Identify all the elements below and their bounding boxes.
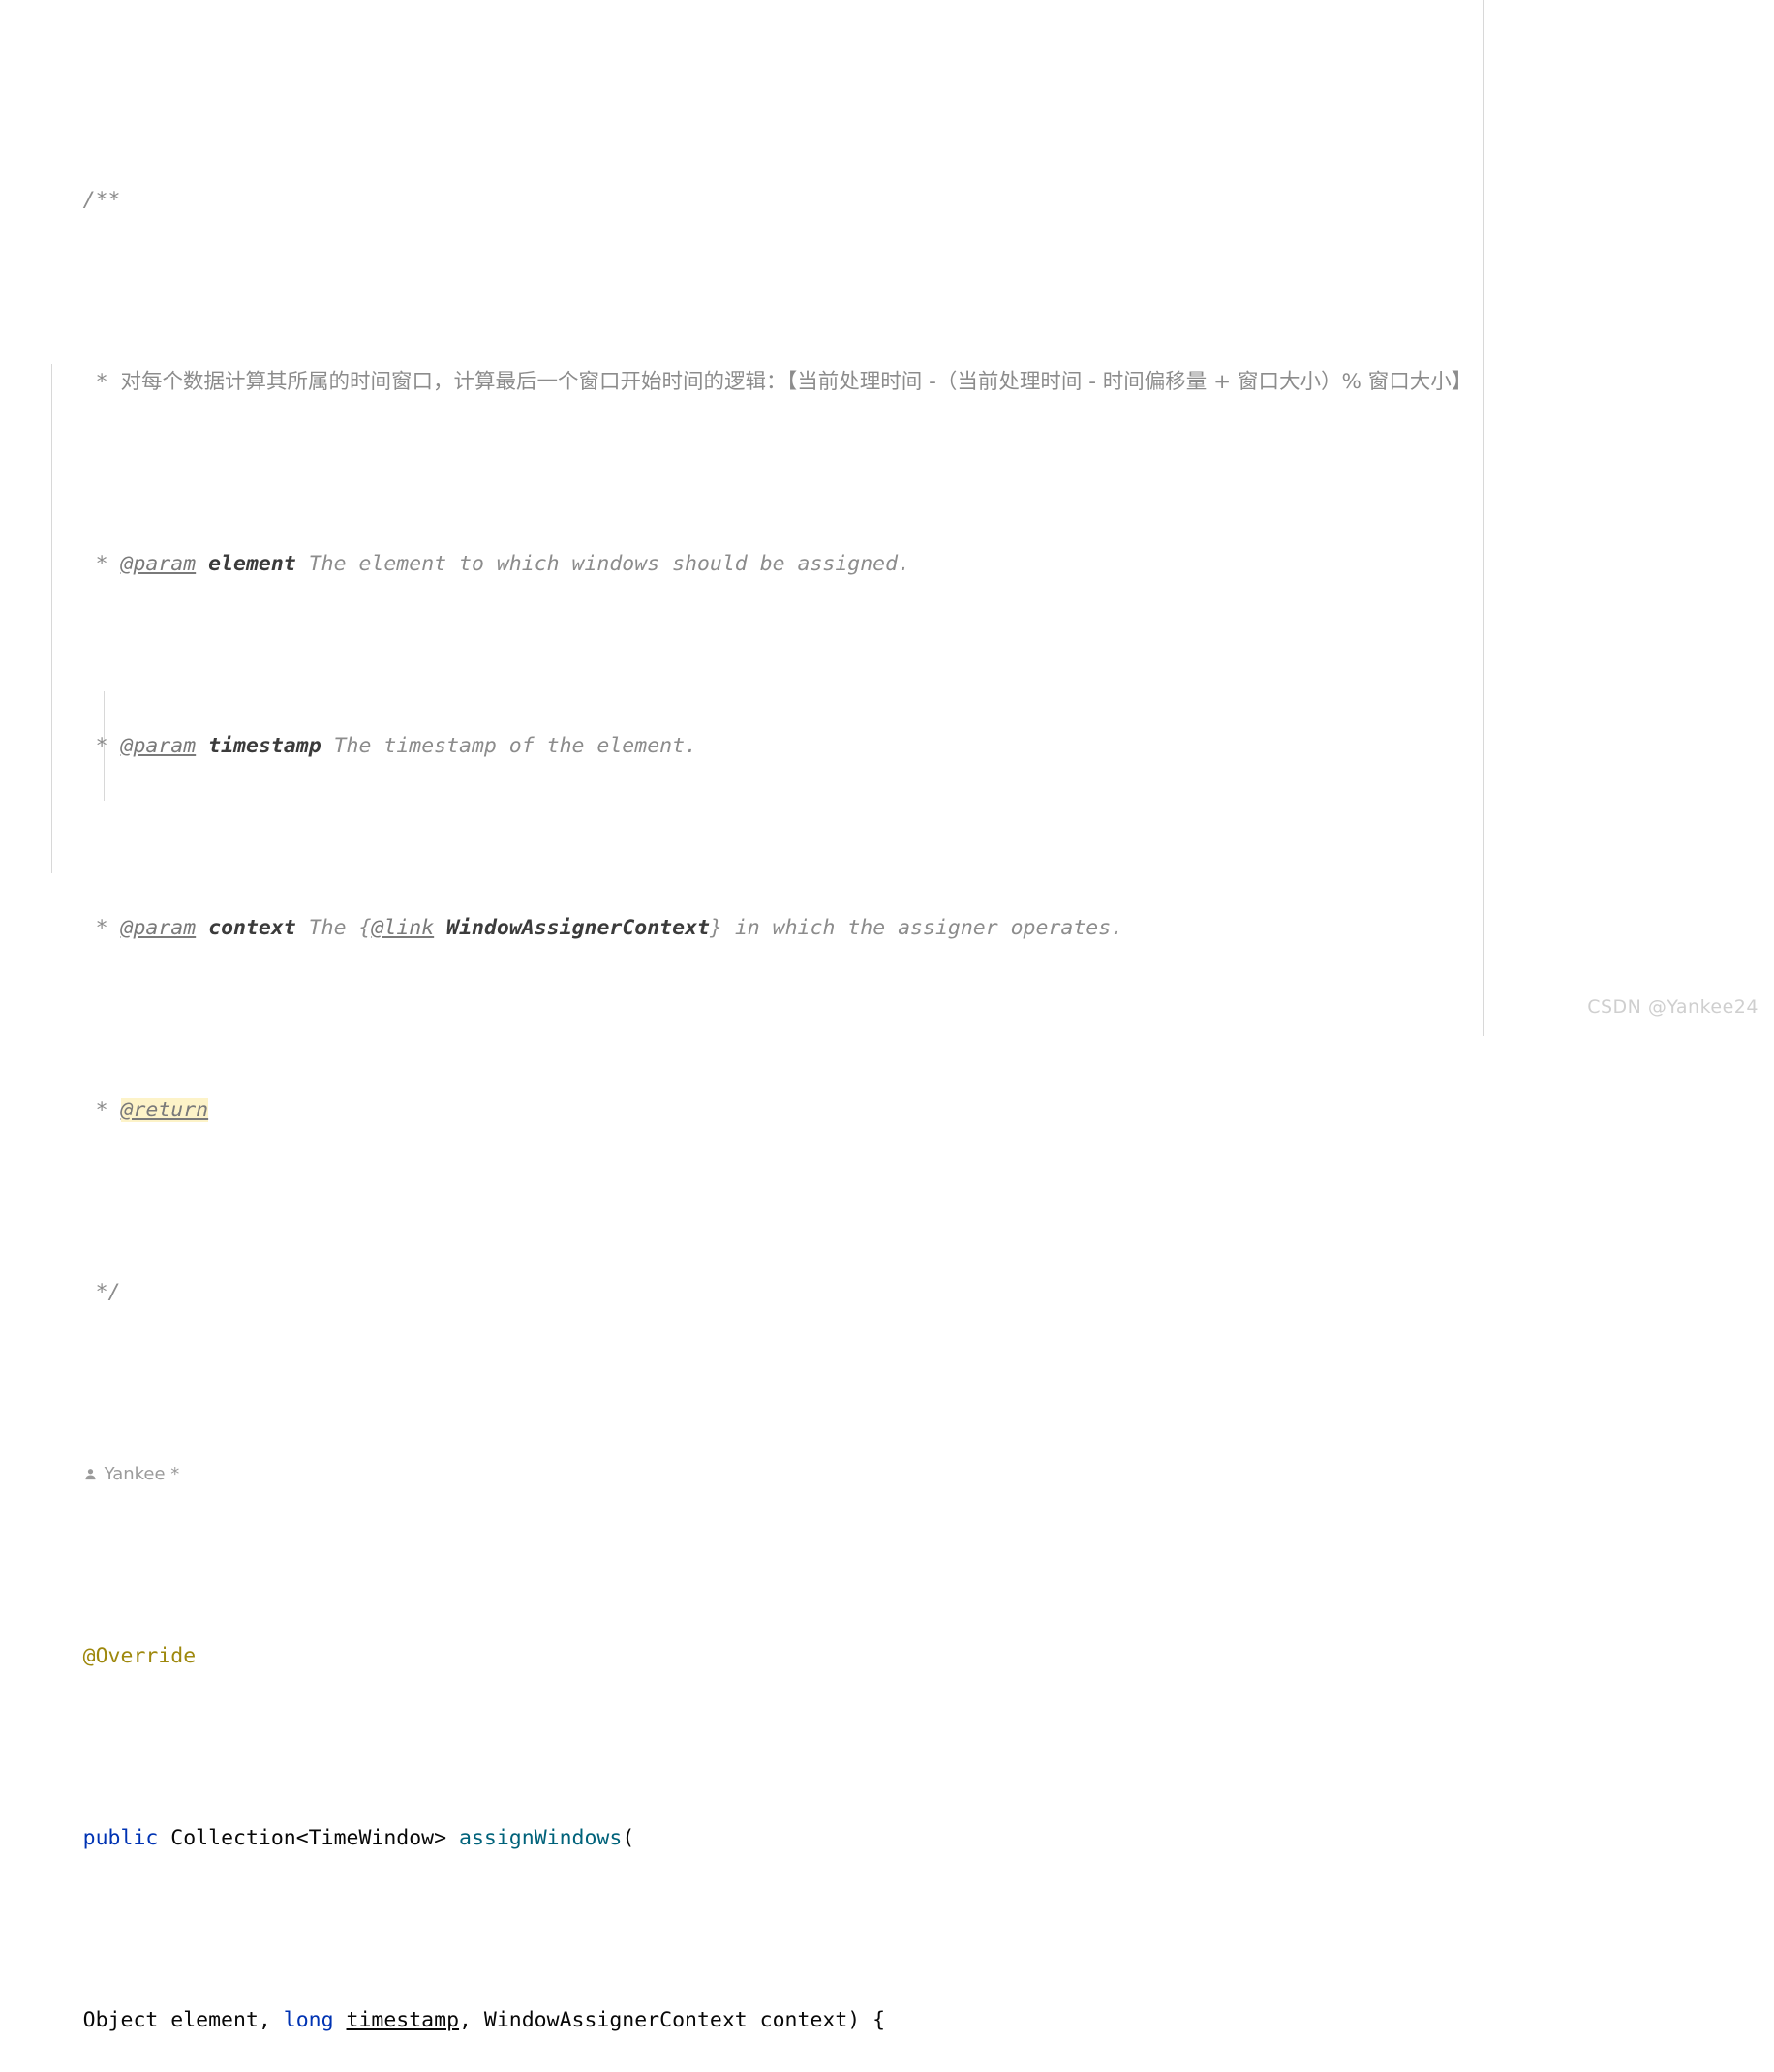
code-vision-author[interactable]: Yankee * (83, 1456, 180, 1493)
token-doc-tag-link[interactable]: @link (371, 916, 434, 940)
token-method-assignwindows: assignWindows (459, 1825, 623, 1850)
token-doc-open: /** (82, 187, 121, 212)
token-annotation-override: @Override (82, 1643, 197, 1668)
token-param-name-timestamp: timestamp (208, 733, 321, 758)
code-line-4[interactable]: * @param timestamp The timestamp of the … (0, 691, 1774, 758)
token-paren-open: ( (622, 1825, 635, 1850)
token-link-type-windowassignercontext: WindowAssignerContext (446, 915, 710, 940)
token-sig-object-element: Object element, (82, 2007, 284, 2032)
token-sig-context: , WindowAssignerContext context) { (459, 2007, 886, 2032)
token-param-desc-timestamp: The timestamp of the element. (333, 733, 697, 758)
code-line-9[interactable]: @Override (0, 1601, 1774, 1668)
token-param-name-element: element (208, 551, 296, 576)
code-line-7[interactable]: */ (0, 1237, 1774, 1304)
token-doc-tag-return[interactable]: @return (120, 1097, 209, 1122)
token-param-desc-context-b: } in which the assigner operates. (709, 915, 1124, 940)
code-line-3[interactable]: * @param element The element to which wi… (0, 509, 1774, 576)
token-doc-star: * (82, 369, 121, 394)
csdn-watermark: CSDN @Yankee24 (1587, 996, 1759, 1019)
code-line-6[interactable]: * @return (0, 1055, 1774, 1122)
code-line-5[interactable]: * @param context The {@link WindowAssign… (0, 873, 1774, 940)
token-param-desc-element: The element to which windows should be a… (308, 551, 911, 576)
token-doc-star: * (82, 733, 121, 758)
token-doc-star: * (82, 1097, 121, 1122)
token-doc-close: */ (82, 1279, 121, 1304)
token-doc-tag-param[interactable]: @param (121, 734, 197, 758)
code-vision-row[interactable]: Yankee * (0, 1419, 1774, 1484)
token-doc-summary-cjk: 对每个数据计算其所属的时间窗口，计算最后一个窗口开始时间的逻辑：【当前处理时间 … (120, 369, 1473, 394)
code-lines: /** * 对每个数据计算其所属的时间窗口，计算最后一个窗口开始时间的逻辑：【当… (0, 0, 1774, 2072)
token-doc-tag-param[interactable]: @param (121, 552, 197, 576)
code-line-1[interactable]: /** (0, 145, 1774, 212)
token-doc-star: * (82, 915, 121, 940)
token-param-timestamp: timestamp (346, 2007, 460, 2032)
token-doc-tag-param[interactable]: @param (121, 916, 197, 940)
code-line-11[interactable]: Object element, long timestamp, WindowAs… (0, 1965, 1774, 2032)
code-editor[interactable]: /** * 对每个数据计算其所属的时间窗口，计算最后一个窗口开始时间的逻辑：【当… (0, 0, 1774, 2032)
code-vision-author-label: Yankee * (104, 1463, 180, 1484)
token-doc-star: * (82, 551, 121, 576)
token-type-collection: Collection<TimeWindow> (170, 1825, 447, 1850)
token-param-name-context: context (208, 915, 296, 940)
user-icon (83, 1467, 98, 1481)
code-line-10[interactable]: public Collection<TimeWindow> assignWind… (0, 1783, 1774, 1850)
token-keyword-public: public (82, 1825, 159, 1850)
code-line-2[interactable]: * 对每个数据计算其所属的时间窗口，计算最后一个窗口开始时间的逻辑：【当前处理时… (0, 327, 1774, 394)
token-param-desc-context-a: The { (308, 915, 372, 940)
token-keyword-long: long (283, 2007, 334, 2032)
